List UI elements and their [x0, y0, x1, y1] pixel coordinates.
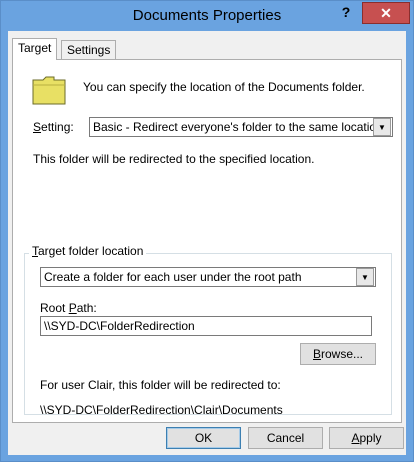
- folder-description: You can specify the location of the Docu…: [83, 80, 365, 94]
- setting-value: Basic - Redirect everyone's folder to th…: [93, 120, 373, 134]
- ok-button[interactable]: OK: [166, 427, 241, 449]
- redirect-note: This folder will be redirected to the sp…: [33, 152, 315, 166]
- tab-target[interactable]: Target: [12, 38, 58, 60]
- example-path: \\SYD-DC\FolderRedirection\Clair\Documen…: [40, 403, 283, 417]
- group-label: Target folder location: [29, 244, 147, 258]
- tab-label: Target: [18, 41, 52, 55]
- help-icon: ?: [341, 4, 351, 20]
- target-tab-panel: You can specify the location of the Docu…: [12, 59, 402, 423]
- title-bar[interactable]: Documents Properties ? ✕: [1, 1, 413, 31]
- root-path-label: Root Path:: [40, 301, 97, 315]
- example-note: For user Clair, this folder will be redi…: [40, 378, 281, 392]
- cancel-button[interactable]: Cancel: [248, 427, 323, 449]
- chevron-down-icon[interactable]: ▼: [356, 268, 374, 286]
- tab-settings[interactable]: Settings: [61, 40, 117, 59]
- chevron-down-icon[interactable]: ▼: [373, 118, 391, 136]
- dialog-window: Documents Properties ? ✕ Target Settings…: [0, 0, 414, 462]
- location-value: Create a folder for each user under the …: [44, 270, 302, 284]
- location-dropdown[interactable]: Create a folder for each user under the …: [40, 267, 376, 287]
- close-icon: ✕: [380, 4, 392, 21]
- dialog-client: Target Settings You can specify the loca…: [8, 31, 406, 455]
- setting-dropdown[interactable]: Basic - Redirect everyone's folder to th…: [89, 117, 393, 137]
- help-button[interactable]: ?: [331, 2, 361, 22]
- apply-button[interactable]: Apply: [329, 427, 404, 449]
- browse-button[interactable]: Browse...: [300, 343, 376, 365]
- close-button[interactable]: ✕: [362, 2, 410, 24]
- root-path-input[interactable]: \\SYD-DC\FolderRedirection: [40, 316, 372, 336]
- tab-label: Settings: [67, 43, 111, 57]
- folder-icon: [32, 76, 66, 105]
- setting-label: Setting:: [33, 120, 74, 134]
